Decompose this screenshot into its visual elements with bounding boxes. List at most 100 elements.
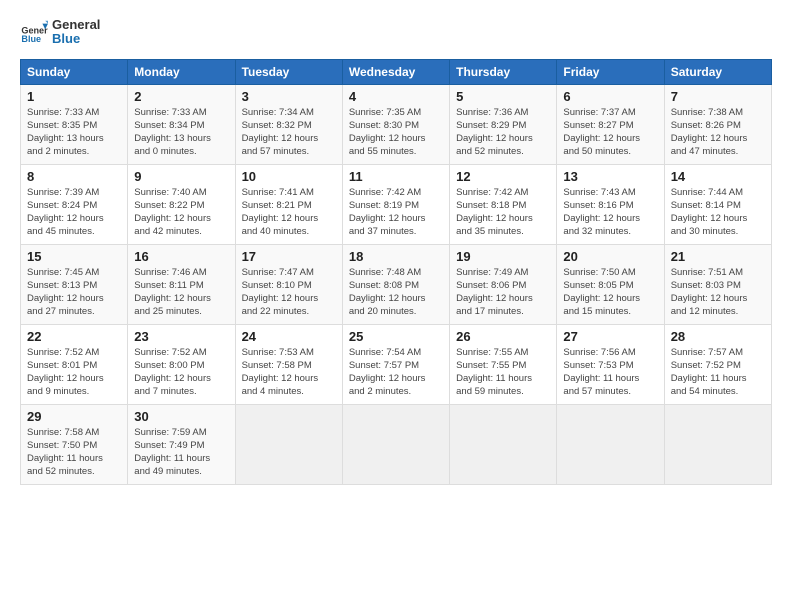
page-header: General Blue General Blue [20, 18, 772, 47]
day-info: Sunrise: 7:48 AMSunset: 8:08 PMDaylight:… [349, 266, 443, 319]
day-info: Sunrise: 7:41 AMSunset: 8:21 PMDaylight:… [242, 186, 336, 239]
calendar-cell [235, 404, 342, 484]
calendar-cell: 9 Sunrise: 7:40 AMSunset: 8:22 PMDayligh… [128, 164, 235, 244]
day-info: Sunrise: 7:47 AMSunset: 8:10 PMDaylight:… [242, 266, 336, 319]
day-info: Sunrise: 7:57 AMSunset: 7:52 PMDaylight:… [671, 346, 765, 399]
calendar-cell: 23 Sunrise: 7:52 AMSunset: 8:00 PMDaylig… [128, 324, 235, 404]
day-number: 24 [242, 329, 336, 344]
day-info: Sunrise: 7:35 AMSunset: 8:30 PMDaylight:… [349, 106, 443, 159]
day-number: 2 [134, 89, 228, 104]
col-header-friday: Friday [557, 59, 664, 84]
day-info: Sunrise: 7:34 AMSunset: 8:32 PMDaylight:… [242, 106, 336, 159]
day-number: 11 [349, 169, 443, 184]
day-info: Sunrise: 7:45 AMSunset: 8:13 PMDaylight:… [27, 266, 121, 319]
day-number: 9 [134, 169, 228, 184]
day-number: 28 [671, 329, 765, 344]
calendar-cell: 1 Sunrise: 7:33 AMSunset: 8:35 PMDayligh… [21, 84, 128, 164]
calendar-cell: 22 Sunrise: 7:52 AMSunset: 8:01 PMDaylig… [21, 324, 128, 404]
day-number: 10 [242, 169, 336, 184]
day-info: Sunrise: 7:40 AMSunset: 8:22 PMDaylight:… [134, 186, 228, 239]
day-info: Sunrise: 7:33 AMSunset: 8:34 PMDaylight:… [134, 106, 228, 159]
svg-text:Blue: Blue [21, 34, 41, 44]
day-number: 12 [456, 169, 550, 184]
calendar-cell: 14 Sunrise: 7:44 AMSunset: 8:14 PMDaylig… [664, 164, 771, 244]
calendar-cell: 15 Sunrise: 7:45 AMSunset: 8:13 PMDaylig… [21, 244, 128, 324]
calendar-cell: 24 Sunrise: 7:53 AMSunset: 7:58 PMDaylig… [235, 324, 342, 404]
calendar-cell [557, 404, 664, 484]
calendar-cell [342, 404, 449, 484]
calendar-cell: 13 Sunrise: 7:43 AMSunset: 8:16 PMDaylig… [557, 164, 664, 244]
calendar-cell: 12 Sunrise: 7:42 AMSunset: 8:18 PMDaylig… [450, 164, 557, 244]
day-number: 20 [563, 249, 657, 264]
day-info: Sunrise: 7:39 AMSunset: 8:24 PMDaylight:… [27, 186, 121, 239]
day-info: Sunrise: 7:38 AMSunset: 8:26 PMDaylight:… [671, 106, 765, 159]
day-info: Sunrise: 7:43 AMSunset: 8:16 PMDaylight:… [563, 186, 657, 239]
day-info: Sunrise: 7:53 AMSunset: 7:58 PMDaylight:… [242, 346, 336, 399]
day-info: Sunrise: 7:55 AMSunset: 7:55 PMDaylight:… [456, 346, 550, 399]
day-number: 26 [456, 329, 550, 344]
day-number: 25 [349, 329, 443, 344]
day-info: Sunrise: 7:42 AMSunset: 8:18 PMDaylight:… [456, 186, 550, 239]
day-number: 3 [242, 89, 336, 104]
day-number: 6 [563, 89, 657, 104]
logo-icon: General Blue [20, 18, 48, 46]
calendar-cell: 21 Sunrise: 7:51 AMSunset: 8:03 PMDaylig… [664, 244, 771, 324]
day-info: Sunrise: 7:56 AMSunset: 7:53 PMDaylight:… [563, 346, 657, 399]
calendar-cell: 5 Sunrise: 7:36 AMSunset: 8:29 PMDayligh… [450, 84, 557, 164]
calendar-cell: 28 Sunrise: 7:57 AMSunset: 7:52 PMDaylig… [664, 324, 771, 404]
day-number: 18 [349, 249, 443, 264]
day-info: Sunrise: 7:58 AMSunset: 7:50 PMDaylight:… [27, 426, 121, 479]
day-info: Sunrise: 7:36 AMSunset: 8:29 PMDaylight:… [456, 106, 550, 159]
day-number: 30 [134, 409, 228, 424]
day-number: 29 [27, 409, 121, 424]
col-header-saturday: Saturday [664, 59, 771, 84]
calendar-cell: 3 Sunrise: 7:34 AMSunset: 8:32 PMDayligh… [235, 84, 342, 164]
calendar-cell: 29 Sunrise: 7:58 AMSunset: 7:50 PMDaylig… [21, 404, 128, 484]
calendar-cell: 6 Sunrise: 7:37 AMSunset: 8:27 PMDayligh… [557, 84, 664, 164]
calendar-cell: 19 Sunrise: 7:49 AMSunset: 8:06 PMDaylig… [450, 244, 557, 324]
day-info: Sunrise: 7:52 AMSunset: 8:00 PMDaylight:… [134, 346, 228, 399]
day-number: 22 [27, 329, 121, 344]
calendar-cell: 8 Sunrise: 7:39 AMSunset: 8:24 PMDayligh… [21, 164, 128, 244]
calendar-cell: 16 Sunrise: 7:46 AMSunset: 8:11 PMDaylig… [128, 244, 235, 324]
day-number: 14 [671, 169, 765, 184]
day-number: 4 [349, 89, 443, 104]
calendar-cell: 30 Sunrise: 7:59 AMSunset: 7:49 PMDaylig… [128, 404, 235, 484]
calendar-cell: 4 Sunrise: 7:35 AMSunset: 8:30 PMDayligh… [342, 84, 449, 164]
calendar-cell: 10 Sunrise: 7:41 AMSunset: 8:21 PMDaylig… [235, 164, 342, 244]
day-number: 19 [456, 249, 550, 264]
calendar-cell: 7 Sunrise: 7:38 AMSunset: 8:26 PMDayligh… [664, 84, 771, 164]
day-info: Sunrise: 7:52 AMSunset: 8:01 PMDaylight:… [27, 346, 121, 399]
calendar-cell: 26 Sunrise: 7:55 AMSunset: 7:55 PMDaylig… [450, 324, 557, 404]
logo: General Blue General Blue [20, 18, 100, 47]
day-info: Sunrise: 7:54 AMSunset: 7:57 PMDaylight:… [349, 346, 443, 399]
day-info: Sunrise: 7:49 AMSunset: 8:06 PMDaylight:… [456, 266, 550, 319]
calendar-cell [664, 404, 771, 484]
day-number: 27 [563, 329, 657, 344]
day-info: Sunrise: 7:46 AMSunset: 8:11 PMDaylight:… [134, 266, 228, 319]
day-number: 7 [671, 89, 765, 104]
day-number: 13 [563, 169, 657, 184]
calendar-table: SundayMondayTuesdayWednesdayThursdayFrid… [20, 59, 772, 485]
day-info: Sunrise: 7:33 AMSunset: 8:35 PMDaylight:… [27, 106, 121, 159]
col-header-monday: Monday [128, 59, 235, 84]
day-number: 17 [242, 249, 336, 264]
calendar-cell: 20 Sunrise: 7:50 AMSunset: 8:05 PMDaylig… [557, 244, 664, 324]
day-number: 15 [27, 249, 121, 264]
day-info: Sunrise: 7:44 AMSunset: 8:14 PMDaylight:… [671, 186, 765, 239]
col-header-sunday: Sunday [21, 59, 128, 84]
day-info: Sunrise: 7:50 AMSunset: 8:05 PMDaylight:… [563, 266, 657, 319]
calendar-cell: 27 Sunrise: 7:56 AMSunset: 7:53 PMDaylig… [557, 324, 664, 404]
calendar-cell: 25 Sunrise: 7:54 AMSunset: 7:57 PMDaylig… [342, 324, 449, 404]
calendar-cell: 11 Sunrise: 7:42 AMSunset: 8:19 PMDaylig… [342, 164, 449, 244]
calendar-cell [450, 404, 557, 484]
day-number: 5 [456, 89, 550, 104]
day-info: Sunrise: 7:37 AMSunset: 8:27 PMDaylight:… [563, 106, 657, 159]
day-info: Sunrise: 7:59 AMSunset: 7:49 PMDaylight:… [134, 426, 228, 479]
col-header-tuesday: Tuesday [235, 59, 342, 84]
day-info: Sunrise: 7:42 AMSunset: 8:19 PMDaylight:… [349, 186, 443, 239]
day-number: 16 [134, 249, 228, 264]
day-number: 1 [27, 89, 121, 104]
day-info: Sunrise: 7:51 AMSunset: 8:03 PMDaylight:… [671, 266, 765, 319]
calendar-cell: 18 Sunrise: 7:48 AMSunset: 8:08 PMDaylig… [342, 244, 449, 324]
